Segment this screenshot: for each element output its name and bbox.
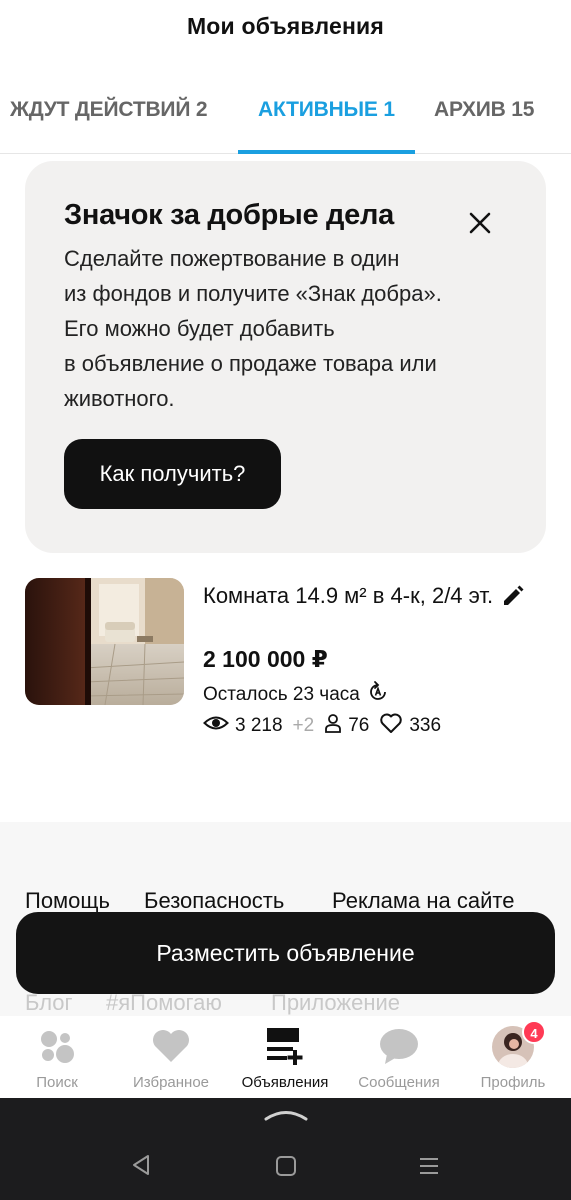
search-dots-icon [35,1026,79,1066]
close-icon[interactable] [465,208,495,238]
active-tab-indicator [238,150,415,154]
tabbar-item-search[interactable]: Поиск [0,1016,114,1098]
promo-line: Сделайте пожертвование в один [64,246,400,271]
tabbar-label: Объявления [241,1074,329,1091]
remaining-label: Осталось 23 часа [203,684,360,705]
recents-menu-icon[interactable] [418,1155,440,1182]
back-icon[interactable] [130,1153,152,1182]
ad-photo[interactable] [25,578,184,705]
promo-line: из фондов и получите «Знак добра». [64,281,442,306]
app-header: Мои объявления [0,0,571,56]
ad-stats: 3 218 +2 76 336 [203,712,451,740]
promo-line: Его можно будет добавить [64,316,335,341]
listings-add-icon [263,1026,307,1066]
post-ad-button[interactable]: Разместить объявление [16,912,555,994]
chat-bubble-icon [377,1026,421,1066]
edit-pencil-icon[interactable] [501,584,525,608]
tabbar-item-messages[interactable]: Сообщения [342,1016,456,1098]
heart-outline-icon [379,712,403,740]
promo-description: Сделайте пожертвование в один из фондов … [64,241,514,416]
tabbar-label: Поиск [36,1074,78,1091]
home-icon[interactable] [275,1155,297,1182]
footer-link-help[interactable]: Помощь [25,888,110,914]
views-stat: 3 218 [203,713,283,739]
eye-icon [203,713,229,739]
notification-badge: 4 [522,1020,546,1044]
tab-active[interactable]: АКТИВНЫЕ 1 [258,98,395,122]
bottom-tabbar: Поиск Избранное Объявления Сообщения 4 П… [0,1016,571,1098]
listing-tabs: ЖДУТ ДЕЙСТВИЙ 2 АКТИВНЫЕ 1 АРХИВ 15 [0,80,571,154]
promo-title: Значок за добрые дела [64,199,394,231]
views-delta: +2 [292,715,315,736]
autorenew-icon [366,680,390,710]
tabbar-item-profile[interactable]: 4 Профиль [456,1016,570,1098]
tab-archive[interactable]: АРХИВ 15 [434,98,534,122]
ad-time-remaining: Осталось 23 часа [203,680,390,710]
system-nav-bar [0,1098,571,1200]
tabbar-item-favorites[interactable]: Избранное [114,1016,228,1098]
tabbar-label: Сообщения [358,1074,440,1091]
footer-link-safety[interactable]: Безопасность [144,888,284,914]
ad-item[interactable]: Комната 14.9 м² в 4-к, 2/4 эт. 2 100 000… [25,578,546,748]
tabbar-label: Профиль [480,1074,546,1091]
promo-card: Значок за добрые дела Сделайте пожертвов… [25,161,546,553]
chevron-up-icon[interactable] [264,1106,308,1127]
person-icon [324,713,342,739]
how-to-get-button[interactable]: Как получить? [64,439,281,509]
favorites-count: 336 [409,715,442,736]
tab-waiting[interactable]: ЖДУТ ДЕЙСТВИЙ 2 [10,98,208,122]
page-title: Мои объявления [186,13,385,39]
tabbar-item-listings[interactable]: Объявления [228,1016,342,1098]
ad-price: 2 100 000 ₽ [203,646,328,672]
views-count: 3 218 [235,715,283,736]
footer-link-ads[interactable]: Реклама на сайте [332,888,514,914]
tabbar-label: Избранное [132,1074,210,1091]
favorites-stat: 336 [379,712,441,740]
promo-line: животного. [64,386,175,411]
heart-icon [149,1026,193,1066]
ad-title[interactable]: Комната 14.9 м² в 4-к, 2/4 эт. [203,580,503,612]
promo-line: в объявление о продаже товара или [64,351,437,376]
contacts-stat: 76 [324,713,369,739]
contacts-count: 76 [348,715,370,736]
